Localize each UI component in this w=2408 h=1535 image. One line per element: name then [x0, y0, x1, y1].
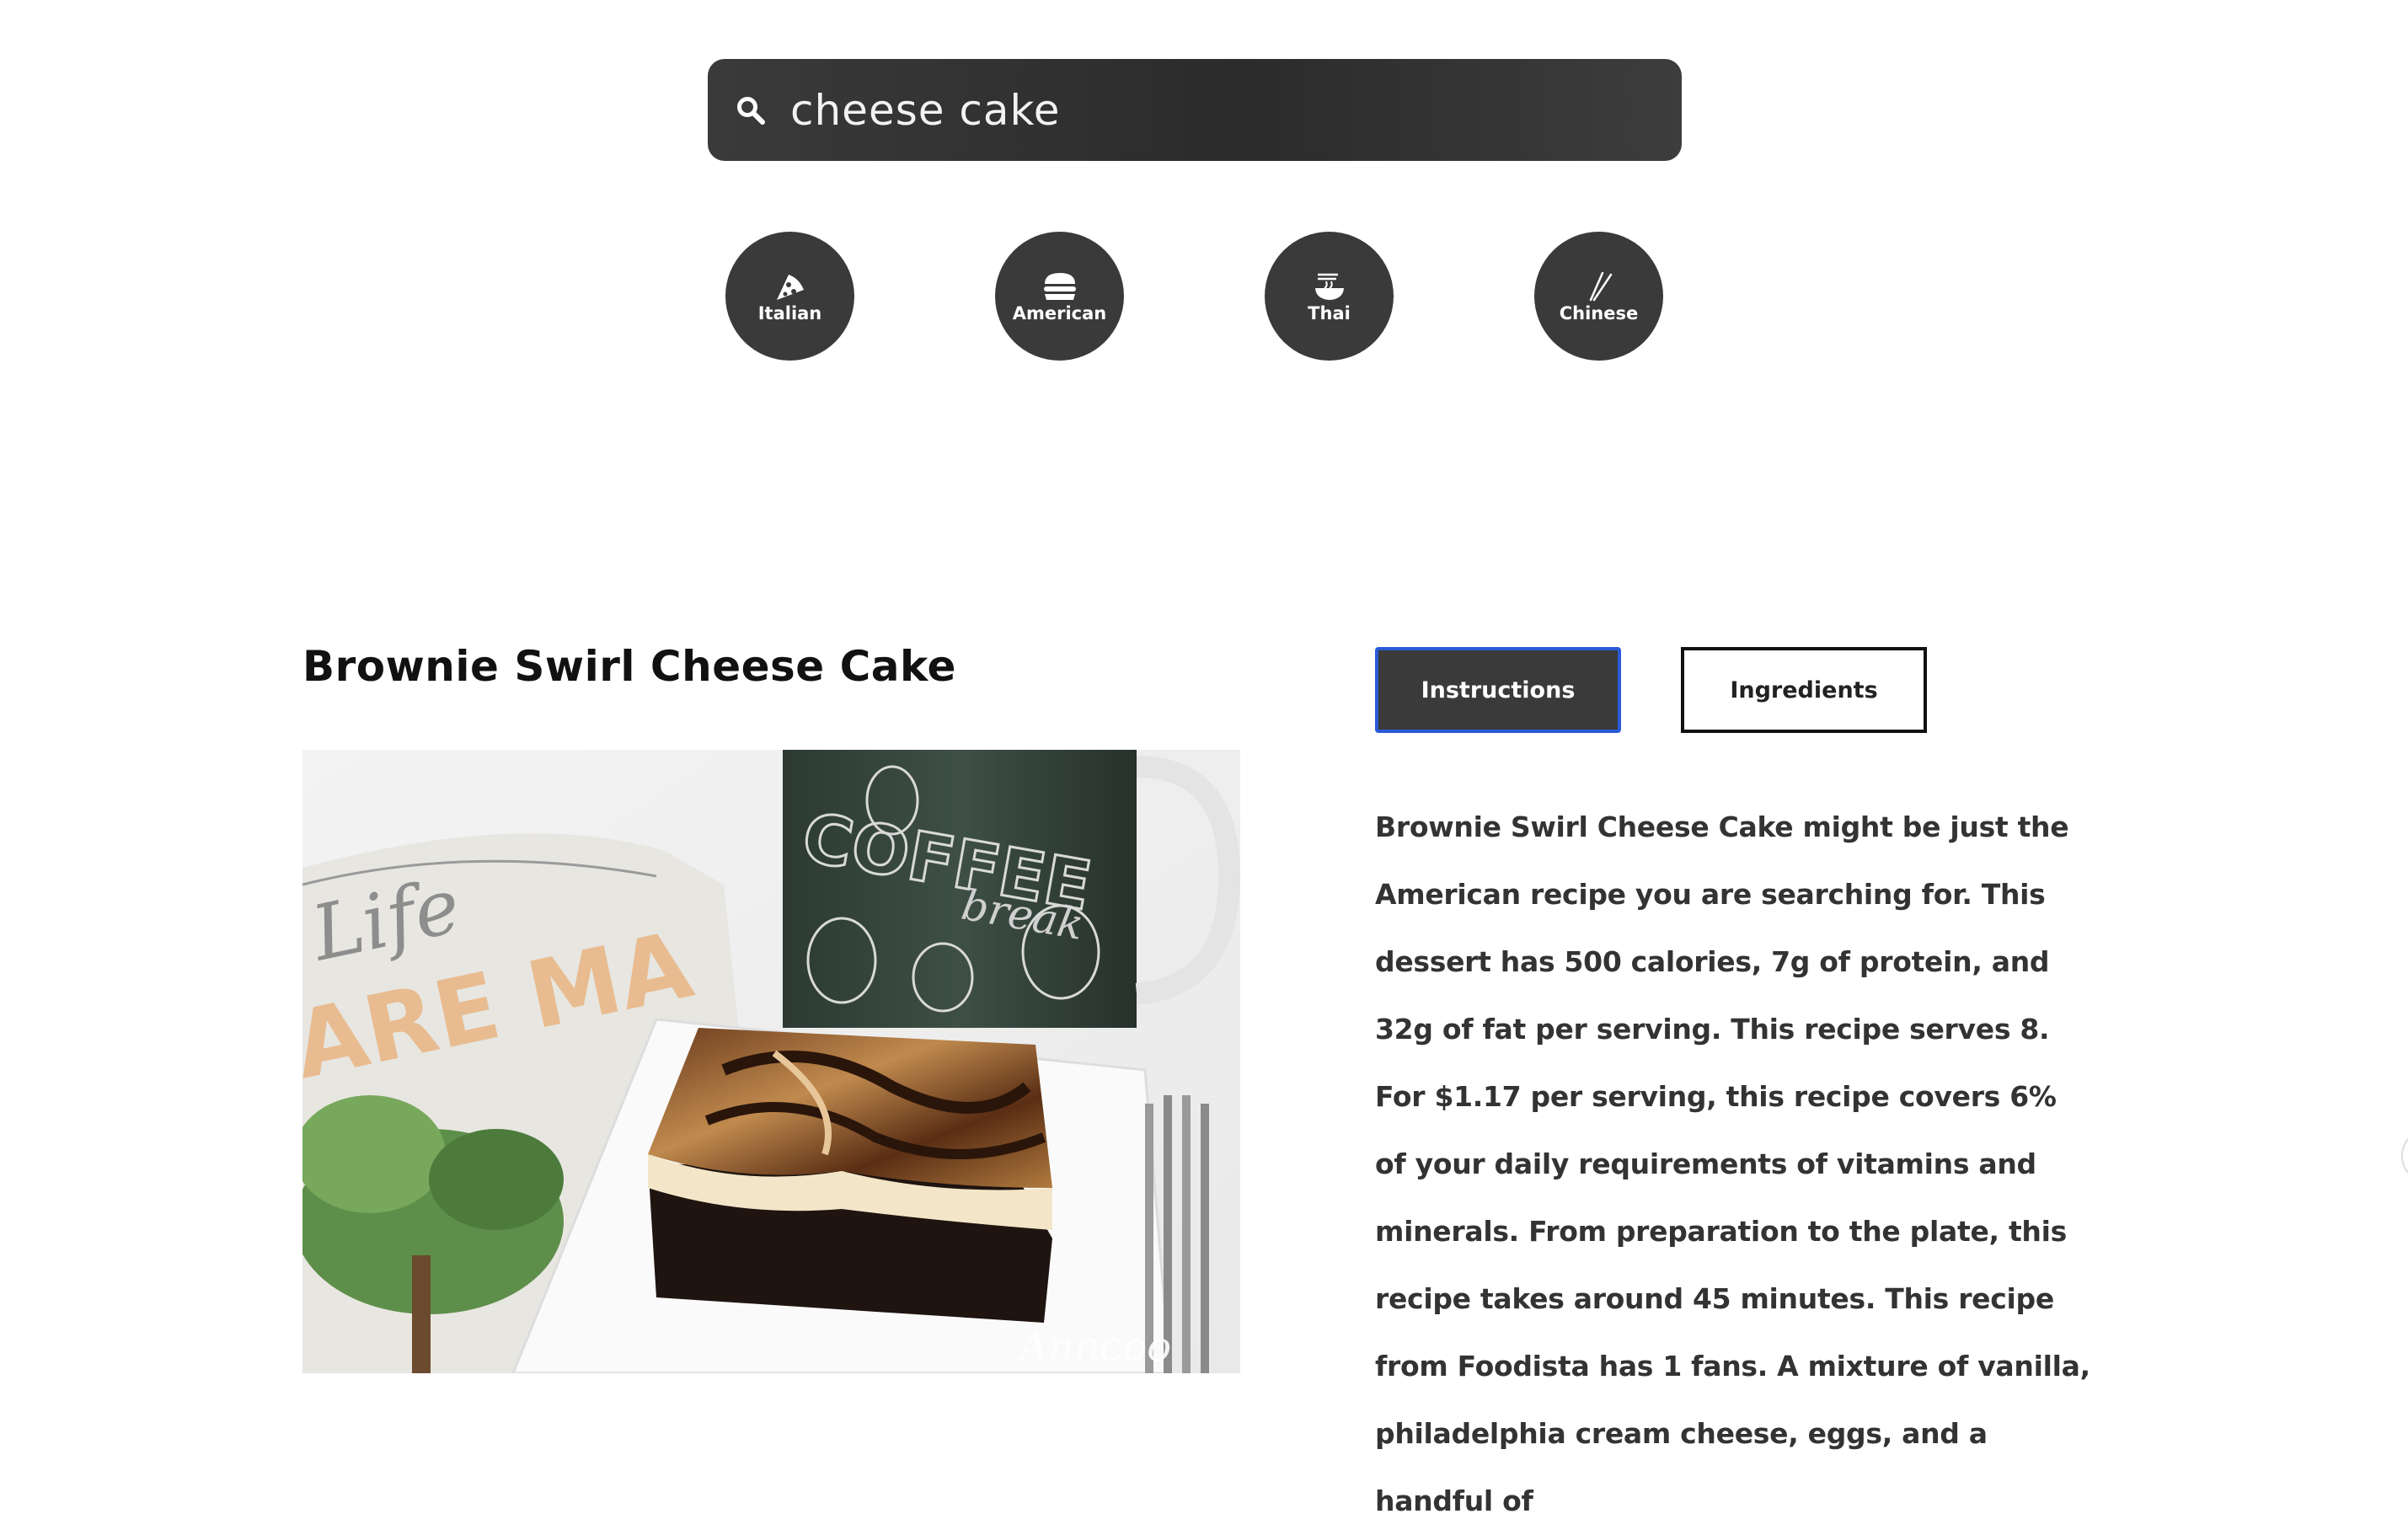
cuisine-label: Thai [1308, 303, 1351, 324]
cuisine-chinese-button[interactable]: Chinese [1534, 232, 1663, 361]
scroll-to-top-button[interactable] [2401, 1129, 2408, 1183]
tab-ingredients[interactable]: Ingredients [1681, 647, 1927, 733]
cuisine-label: Italian [757, 303, 822, 324]
cuisine-label: Chinese [1559, 303, 1639, 324]
tab-instructions[interactable]: Instructions [1375, 647, 1621, 733]
search-icon [737, 97, 765, 125]
recipe-summary: Brownie Swirl Cheese Cake might be just … [1375, 810, 2090, 1517]
recipe-title: Brownie Swirl Cheese Cake [302, 642, 956, 691]
cuisine-thai-button[interactable]: Thai [1265, 232, 1394, 361]
search-input[interactable] [789, 76, 1651, 145]
burger-icon [1043, 273, 1076, 300]
cuisine-italian-button[interactable]: Italian [725, 232, 854, 361]
chopsticks-icon [1589, 271, 1612, 302]
noodle-bowl-icon [1314, 273, 1344, 300]
cuisine-american-button[interactable]: American [995, 232, 1124, 361]
cuisine-label: American [1012, 303, 1107, 324]
recipe-image: Life ARE MA COFFEE break Anncoo [302, 750, 1240, 1373]
search-bar[interactable] [708, 59, 1682, 161]
image-watermark: Anncoo [1015, 1324, 1171, 1371]
pizza-icon [776, 275, 804, 300]
